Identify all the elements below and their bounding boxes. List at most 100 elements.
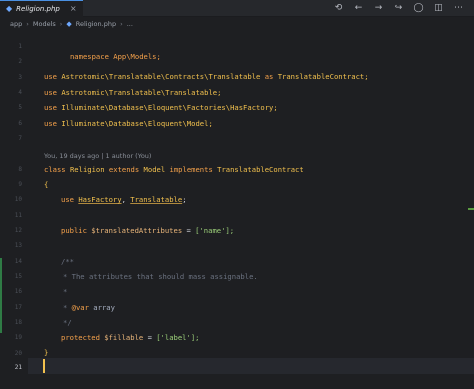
breadcrumb-app[interactable]: app [10,20,22,28]
tab-label: Religion.php [16,4,60,13]
breadcrumb: app › Models › ◆ Religion.php › ... [0,17,474,30]
code-line: class Religion extends Model implements … [44,165,304,175]
array-literal: ['name']; [195,226,235,235]
code-line: * [63,287,67,297]
line-number: 21 [14,364,22,371]
array-literal: ['label']; [156,333,200,342]
import-path: Illuminate\Database\Eloquent\Factories\H… [61,103,278,112]
line-number: 14 [14,258,22,265]
import-path: Astrotomic\Translatable\Translatable; [61,88,222,97]
breadcrumb-models[interactable]: Models [33,20,56,28]
equals: = [147,333,152,342]
code-line: * @var array [63,303,115,313]
line-number: 9 [18,181,22,188]
translated-attributes-variable: $translatedAttributes [91,226,183,235]
as-keyword: as [264,72,274,81]
use-keyword: use [44,119,57,128]
git-blame-annotation[interactable]: You, 19 days ago | 1 author (You) [44,152,151,160]
code-line: } [44,348,48,358]
use-keyword: use [44,88,57,97]
line-number: 8 [18,166,22,173]
equals: = [186,226,191,235]
code-line: protected $fillable = ['label']; [61,333,200,343]
breadcrumb-separator: › [120,19,123,28]
import-path: Astrotomic\Translatable\Contracts\Transl… [61,72,261,81]
line-number: 19 [14,334,22,341]
overflow-menu-icon[interactable]: ⋯ [453,0,464,16]
docblock-type: array [93,303,115,312]
editor-actions: ⟲ ← → ↪ ◯ ◫ ⋯ [333,0,464,16]
line-number: 16 [14,288,22,295]
extends-keyword: extends [108,165,140,174]
code-line: use Illuminate\Database\Eloquent\Model; [44,119,213,129]
tab-religion-php[interactable]: ◆ Religion.php × [0,0,83,17]
docblock-close: */ [63,318,72,327]
editor-window: ◆ Religion.php × ⟲ ← → ↪ ◯ ◫ ⋯ app › Mod… [0,0,474,389]
split-editor-icon[interactable]: ◫ [433,0,444,16]
parent-class: Model [143,165,166,174]
import-path: Illuminate\Database\Eloquent\Model; [61,119,213,128]
line-number: 20 [14,350,22,357]
close-icon[interactable]: × [70,4,77,13]
php-icon: ◆ [6,3,13,13]
semicolon: ; [182,195,187,204]
breadcrumb-ellipsis[interactable]: ... [127,20,133,28]
open-brace: { [44,180,49,189]
more-icon[interactable]: ↪ [393,0,404,16]
fillable-variable: $fillable [104,333,144,342]
line-number: 4 [18,89,22,96]
line-number: 12 [14,227,22,234]
code-line: /** [61,257,74,267]
code-line: use HasFactory, Translatable; [61,195,187,205]
code-line: { [44,180,48,190]
comma: , [121,195,126,204]
php-icon: ◆ [66,19,72,28]
line-number: 15 [14,273,22,280]
line-number: 5 [18,104,22,111]
line-number: 18 [14,319,22,326]
line-number: 17 [14,304,22,311]
line-number: 6 [18,120,22,127]
trait-hasfactory: HasFactory [78,195,122,204]
gutter-diff-marker [0,258,2,333]
breadcrumb-file[interactable]: Religion.php [76,20,116,28]
breadcrumb-separator: › [59,19,63,28]
use-keyword: use [44,103,57,112]
code-line: use Astrotomic\Translatable\Contracts\Tr… [44,72,369,82]
line-number: 13 [14,242,22,249]
line-number: 3 [18,74,22,81]
line-gutter: 1 2 3 4 5 6 7 8 9 10 11 12 13 14 15 16 1… [0,31,28,389]
use-keyword: use [61,195,74,204]
back-icon[interactable]: ← [353,0,364,16]
public-keyword: public [61,226,87,235]
trait-translatable: Translatable [130,195,183,204]
code-line: * The attributes that should mass assign… [63,272,258,282]
sync-icon[interactable]: ⟲ [333,0,344,16]
line-number: 1 [18,43,22,50]
line-number: 10 [14,196,22,203]
code-editor[interactable]: 1 2 3 4 5 6 7 8 9 10 11 12 13 14 15 16 1… [0,31,474,389]
scrollbar-change-marker [468,208,474,210]
code-line: use Astrotomic\Translatable\Translatable… [44,88,221,98]
close-brace: } [44,348,49,357]
docblock-open: /** [61,257,74,266]
namespace-statement: namespace App\Models; [69,52,161,61]
line-number: 7 [18,135,22,142]
docblock-var-tag: @var [71,303,89,312]
breadcrumb-separator: › [26,19,29,28]
class-name: Religion [69,165,105,174]
docblock-star: * [63,287,68,296]
protected-keyword: protected [61,333,100,342]
implements-keyword: implements [169,165,213,174]
line-number: 11 [14,212,22,219]
code-line: */ [63,318,72,328]
use-keyword: use [44,72,57,81]
circle-icon[interactable]: ◯ [413,0,424,16]
class-keyword: class [44,165,66,174]
line-number: 2 [18,58,22,65]
tab-bar: ◆ Religion.php × ⟲ ← → ↪ ◯ ◫ ⋯ [0,0,474,17]
docblock-text: * The attributes that should mass assign… [63,272,258,281]
code-line: namespace App\Models; [44,42,161,72]
forward-icon[interactable]: → [373,0,384,16]
current-line-highlight [28,358,474,374]
